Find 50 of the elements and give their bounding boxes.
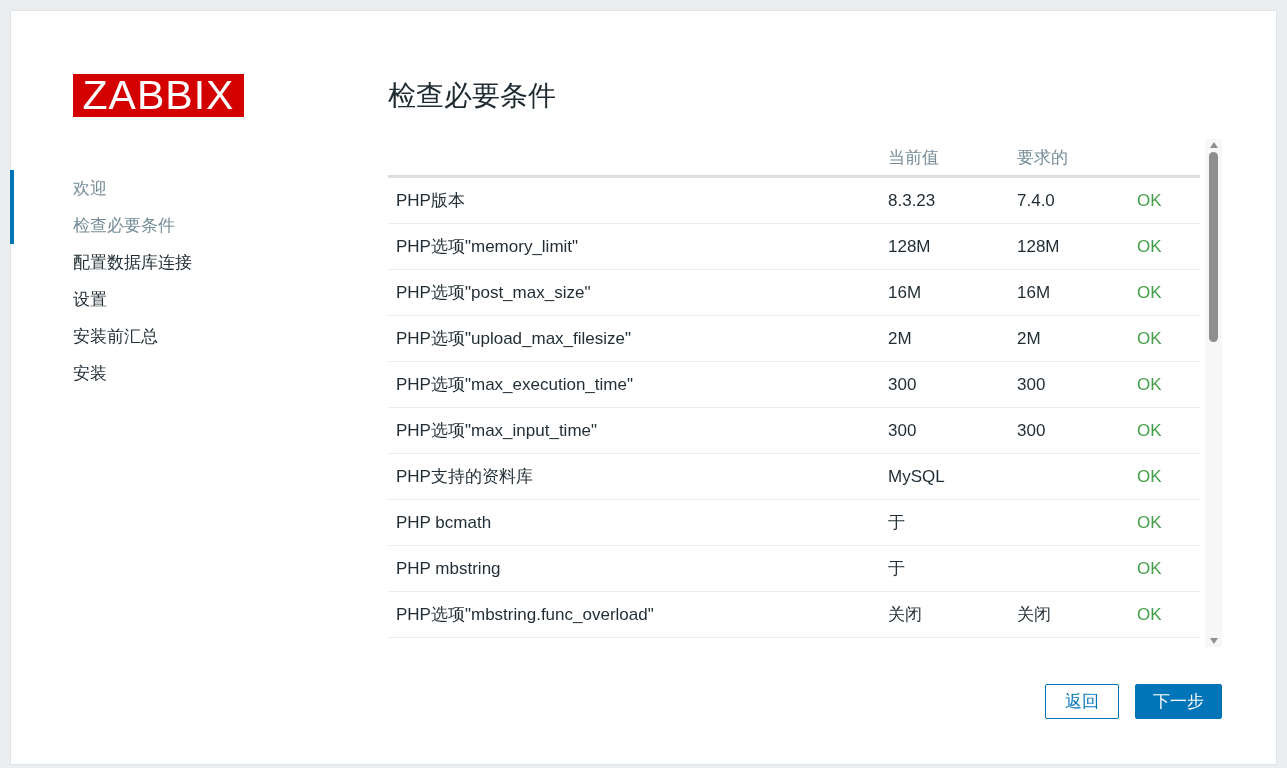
status-text: OK [1137,190,1162,210]
table-cell: 2M [1017,328,1041,348]
step-item: 欢迎 [72,178,108,200]
step-item: 检查必要条件 [72,215,176,237]
table-cell: MySQL [888,466,945,486]
status-text: OK [1137,558,1162,578]
step-item: 安装 [72,363,108,385]
table-cell: 关闭 [1017,605,1051,624]
table-cell: 2M [888,328,912,348]
table-cell: 16M [888,282,922,302]
table-cell: 128M [888,236,931,256]
status-text: OK [1137,604,1162,624]
table-cell: 于 [888,513,905,532]
status-text: OK [1137,236,1162,256]
table-cell: PHP支持的资料库 [396,467,533,486]
back-button[interactable]: 返回 [1045,684,1119,719]
table-cell: PHP版本 [396,191,465,210]
step-item: 设置 [72,289,108,311]
status-text: OK [1137,466,1162,486]
step-item: 配置数据库连接 [72,252,193,274]
step-item: 安装前汇总 [72,326,159,348]
page-title: 检查必要条件 [388,79,557,113]
table-cell: 300 [888,374,917,394]
table-cell: PHP选项"max_input_time" [396,421,598,440]
table-cell: PHP选项"post_max_size" [396,283,591,302]
table-cell: PHP选项"memory_limit" [396,237,579,256]
table-cell: 300 [1017,420,1046,440]
table-cell: 16M [1017,282,1051,302]
next-button[interactable]: 下一步 [1135,684,1222,719]
table-cell: PHP选项"max_execution_time" [396,375,633,394]
table-cell: 7.4.0 [1017,190,1055,210]
table-cell: 300 [1017,374,1046,394]
table-cell: PHP mbstring [396,558,501,578]
logo: ZABBIX [73,74,244,117]
status-text: OK [1137,374,1162,394]
column-header: 要求的 [1017,147,1068,167]
table-cell: 8.3.23 [888,190,936,210]
table-cell: 关闭 [888,605,922,624]
status-text: OK [1137,282,1162,302]
status-text: OK [1137,328,1162,348]
table-cell: PHP选项"upload_max_filesize" [396,329,632,348]
scrollbar[interactable] [1205,139,1222,647]
table-cell: 300 [888,420,917,440]
status-text: OK [1137,420,1162,440]
table-cell: 于 [888,559,905,578]
column-header: 当前值 [888,147,939,167]
status-text: OK [1137,512,1162,532]
table-cell: 128M [1017,236,1060,256]
table-cell: PHP bcmath [396,512,492,532]
table-cell: PHP选项"mbstring.func_overload" [396,605,654,624]
